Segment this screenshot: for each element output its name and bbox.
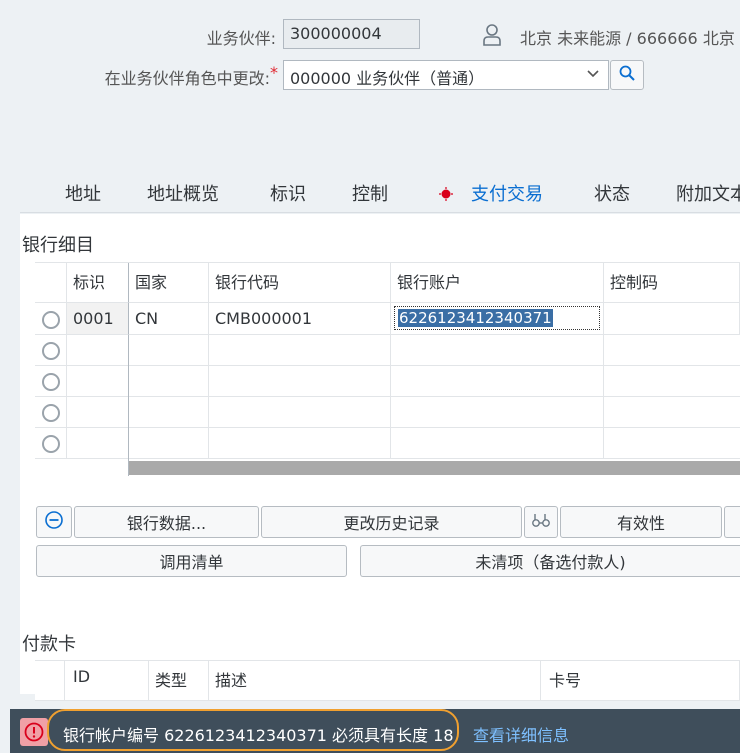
tab-payment-label: 支付交易 xyxy=(471,184,543,205)
search-button[interactable] xyxy=(610,60,644,90)
glasses-button[interactable] xyxy=(524,506,558,538)
change-history-button[interactable]: 更改历史记录 xyxy=(261,506,522,538)
chevron-down-icon xyxy=(586,65,600,87)
glasses-icon xyxy=(531,511,551,533)
tab-additional-text[interactable]: 附加文本 xyxy=(676,180,740,214)
cell-control-key[interactable] xyxy=(604,303,740,335)
person-icon xyxy=(483,24,501,46)
tab-address[interactable]: 地址 xyxy=(65,180,101,214)
role-select-value: 000000 业务伙伴（普通） xyxy=(290,69,485,88)
tab-address-overview[interactable]: 地址概览 xyxy=(147,180,219,214)
bank-account-input[interactable]: 6226123412340371 xyxy=(394,306,600,330)
partner-field[interactable]: 300000004 xyxy=(283,19,420,49)
col-header-card-description[interactable]: 描述 xyxy=(209,661,541,701)
overflow-button[interactable] xyxy=(724,506,740,538)
tab-identification[interactable]: 标识 xyxy=(270,180,306,214)
grid-line xyxy=(66,335,67,459)
tab-payment-transactions[interactable]: 支付交易 xyxy=(434,180,552,217)
bank-account-selected-text: 6226123412340371 xyxy=(398,309,553,327)
payment-cards-table: ID 类型 描述 卡号 xyxy=(35,660,740,701)
remove-row-button[interactable] xyxy=(36,506,72,538)
cell-bank-account[interactable]: 6226123412340371 xyxy=(391,303,604,335)
error-icon xyxy=(20,718,48,746)
tab-control[interactable]: 控制 xyxy=(352,180,388,214)
table-row xyxy=(35,397,740,428)
required-mark: * xyxy=(270,63,278,82)
cell-country[interactable]: CN xyxy=(129,303,209,335)
role-select[interactable]: 000000 业务伙伴（普通） xyxy=(283,60,609,90)
table-row xyxy=(35,366,740,397)
col-header-card-id[interactable]: ID xyxy=(65,661,149,701)
role-label: 在业务伙伴角色中更改: xyxy=(104,69,270,88)
minus-circle-icon xyxy=(44,510,64,534)
grid-line xyxy=(208,335,209,459)
grid-line xyxy=(603,335,604,459)
col-header-card-type[interactable]: 类型 xyxy=(149,661,209,701)
card-section-title: 付款卡 xyxy=(22,634,76,655)
grid-line xyxy=(390,335,391,459)
grid-line xyxy=(128,335,129,476)
col-header-id[interactable]: 标识 xyxy=(67,263,129,303)
col-header-card-number[interactable]: 卡号 xyxy=(541,661,740,701)
search-icon xyxy=(618,64,636,86)
table-row xyxy=(35,428,740,459)
message-text: 银行帐户编号 6226123412340371 必须具有长度 18 xyxy=(63,726,454,745)
bank-section-title: 银行细目 xyxy=(22,235,94,256)
tab-status[interactable]: 状态 xyxy=(594,180,630,214)
selector-header xyxy=(35,263,67,303)
partner-name: 北京 未来能源 / 666666 北京 xyxy=(520,29,735,48)
message-details-link[interactable]: 查看详细信息 xyxy=(473,722,569,746)
open-items-button[interactable]: 未清项（备选付款人) xyxy=(360,545,740,577)
cell-bank-code[interactable]: CMB000001 xyxy=(209,303,391,335)
col-header-control-key[interactable]: 控制码 xyxy=(604,263,740,303)
table-row xyxy=(35,335,740,366)
horizontal-scrollbar[interactable] xyxy=(129,461,740,475)
col-header-bank-code[interactable]: 银行代码 xyxy=(209,263,391,303)
cell-id[interactable]: 0001 xyxy=(67,303,129,335)
error-indicator-icon xyxy=(439,185,453,201)
partner-label: 业务伙伴: xyxy=(206,29,276,48)
bank-data-button[interactable]: 银行数据... xyxy=(74,506,259,538)
selector-header xyxy=(35,661,65,701)
col-header-country[interactable]: 国家 xyxy=(129,263,209,303)
row-selector-cell xyxy=(35,303,67,335)
call-list-button[interactable]: 调用清单 xyxy=(36,545,347,577)
message-bar: 银行帐户编号 6226123412340371 必须具有长度 18 查看详细信息 xyxy=(10,709,740,753)
validity-button[interactable]: 有效性 xyxy=(560,506,722,538)
bank-details-table: 标识 国家 银行代码 银行账户 控制码 0001 CN CMB000001 62… xyxy=(35,262,740,476)
col-header-bank-account[interactable]: 银行账户 xyxy=(391,263,604,303)
